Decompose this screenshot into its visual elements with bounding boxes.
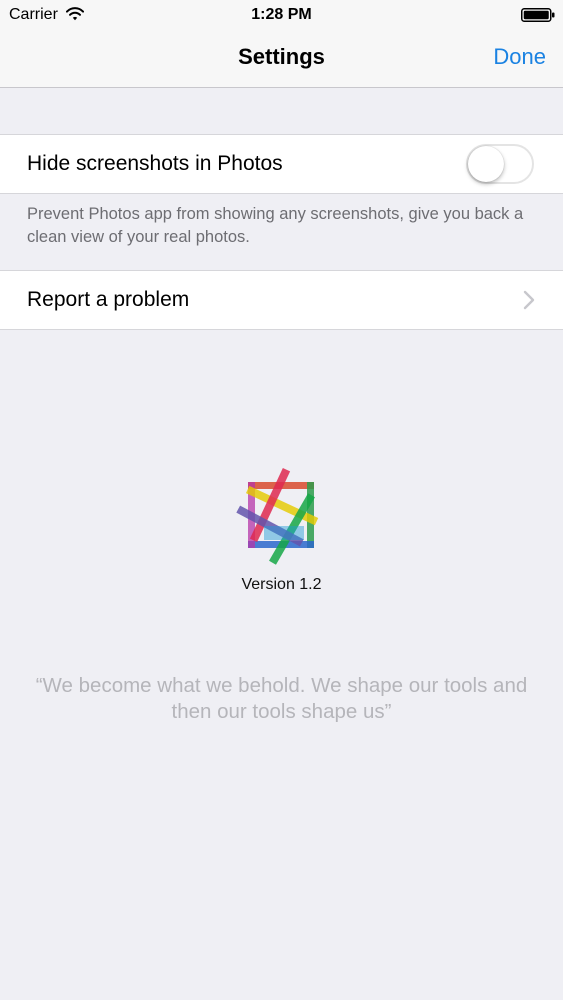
report-problem-cell[interactable]: Report a problem [0,270,563,330]
status-time: 1:28 PM [251,6,312,23]
page-title: Settings [238,44,325,69]
navigation-bar: Settings Done [0,30,563,88]
chevron-right-icon [523,290,535,310]
quote-text: “We become what we behold. We shape our … [35,674,528,723]
version-label: Version 1.2 [241,576,322,593]
hide-screenshots-cell: Hide screenshots in Photos [0,134,563,194]
toggle-knob [468,146,504,182]
status-bar: Carrier 1:28 PM [0,0,563,30]
battery-icon [521,8,555,22]
app-logo-icon [236,467,319,565]
hide-screenshots-footnote: Prevent Photos app from showing any scre… [27,205,524,246]
hide-screenshots-toggle[interactable] [466,144,534,184]
hide-screenshots-label: Hide screenshots in Photos [27,152,283,175]
report-problem-label: Report a problem [27,288,190,311]
done-button[interactable]: Done [493,43,546,71]
